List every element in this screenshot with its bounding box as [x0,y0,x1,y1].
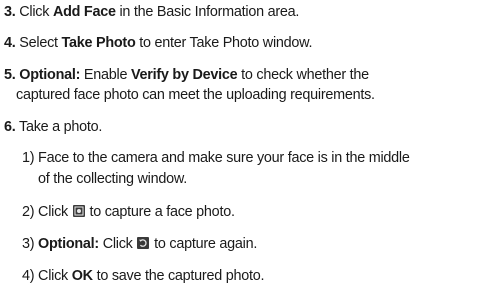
step-text: Enable [80,67,131,83]
substep-4: 4) Click OK to save the captured photo. [22,266,265,287]
capture-icon [72,205,85,217]
substep-text: Face to the camera and make sure your fa… [34,150,410,166]
step-text: to enter Take Photo window. [135,35,313,51]
substep-number: 4) [22,268,35,284]
step-5-continuation: captured face photo can meet the uploadi… [16,87,375,103]
step-text: Take a photo. [15,119,103,135]
step-number: 3. [4,4,16,20]
substep-text: Click [34,268,72,284]
substep-text: to capture a face photo. [85,204,235,220]
step-text: in the Basic Information area. [115,4,300,20]
substep-number: 1) [22,150,35,166]
ui-term: OK [71,268,93,284]
substep-text: to capture again. [150,236,258,252]
step-text: Click [15,4,53,20]
substep-2: 2) Click to capture a face photo. [22,202,235,223]
step-5: 5. Optional: Enable Verify by Device to … [4,65,369,86]
substep-number: 3) [22,236,35,252]
ui-term: Take Photo [61,35,136,51]
substep-3: 3) Optional: Click to capture again. [22,234,257,255]
step-6: 6. Take a photo. [4,117,102,138]
ui-term: Verify by Device [130,67,238,83]
substep-1: 1) Face to the camera and make sure your… [22,148,410,169]
step-text: to check whether the [237,67,369,83]
step-number: 6. [4,119,16,135]
substep-text: Click [98,236,137,252]
substep-1-continuation: of the collecting window. [38,171,187,187]
substep-text: to save the captured photo. [92,268,265,284]
optional-label: Optional: [19,67,81,83]
ui-term: Add Face [52,4,116,20]
step-number: 4. [4,35,16,51]
step-4: 4. Select Take Photo to enter Take Photo… [4,33,312,54]
recapture-icon [137,237,150,249]
document-body: 3. Click Add Face in the Basic Informati… [4,0,493,296]
step-number: 5. [4,67,16,83]
step-text: Select [15,35,62,51]
substep-number: 2) [22,204,35,220]
step-3: 3. Click Add Face in the Basic Informati… [4,2,299,23]
optional-label: Optional: [38,236,99,252]
substep-text: Click [34,204,72,220]
